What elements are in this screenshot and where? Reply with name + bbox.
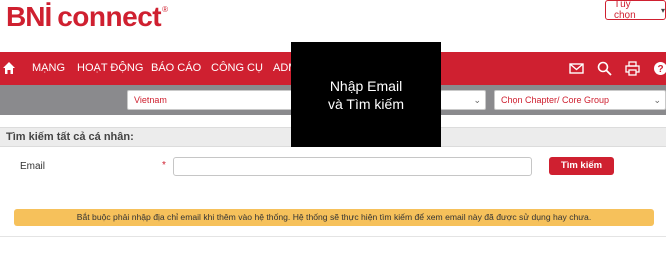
page: BNİ connect ® Tùy chọn ▾ MẠNG HOẠT ĐỘNG … [0,0,666,265]
chapter-select-value: Chọn Chapter/ Core Group [501,95,610,105]
search-button[interactable]: Tìm kiếm [549,157,614,175]
options-dropdown[interactable]: Tùy chọn ▾ [605,0,666,21]
chapter-select[interactable]: Chọn Chapter/ Core Group ⌄ [494,90,666,110]
print-icon[interactable] [625,61,640,76]
help-icon[interactable]: ? [653,61,666,76]
chevron-down-icon: ⌄ [473,95,481,105]
logo-bni-text: BNİ [6,1,52,32]
overlay-line-2: và Tìm kiếm [328,95,404,112]
required-mark: * [162,160,166,171]
options-label: Tùy chọn [614,0,636,21]
home-icon[interactable] [2,61,16,75]
nav-item-network[interactable]: MẠNG [32,52,65,85]
overlay-line-1: Nhập Email [329,77,403,94]
email-label: Email [20,161,46,172]
instruction-overlay: Nhập Email và Tìm kiếm [291,42,441,147]
logo-connect-text: connect [57,1,162,32]
nav-item-tools[interactable]: CÔNG CỤ [211,52,263,85]
email-input[interactable] [173,157,532,176]
region-select[interactable]: ⌄ [440,90,486,110]
svg-text:?: ? [657,64,663,75]
registered-mark: ® [162,5,168,14]
country-select[interactable]: Vietnam [127,90,293,110]
nav-item-activities[interactable]: HOẠT ĐỘNG [77,52,143,85]
search-icon[interactable] [597,61,612,76]
nav-item-reports[interactable]: BÁO CÁO [151,52,201,85]
chevron-down-icon: ▾ [660,5,665,15]
country-select-value: Vietnam [134,95,167,105]
mail-icon[interactable] [569,61,584,76]
email-requirement-notice: Bắt buộc phải nhập địa chỉ email khi thê… [14,209,654,226]
bni-connect-logo[interactable]: BNİ connect ® [6,0,168,34]
chevron-down-icon: ⌄ [653,95,661,105]
